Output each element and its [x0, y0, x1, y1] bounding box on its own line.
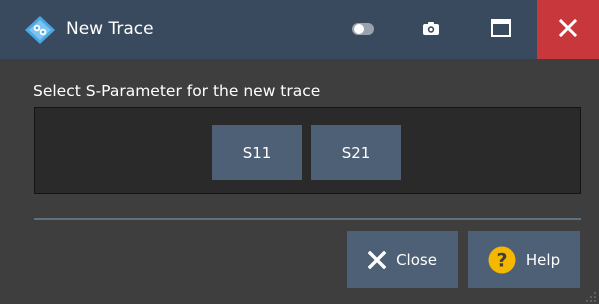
toggle-button[interactable]	[340, 0, 386, 59]
x-icon	[368, 250, 387, 269]
question-mark-icon: ?	[488, 246, 516, 274]
dialog-body: Select S-Parameter for the new trace S11…	[0, 59, 599, 304]
toggle-icon	[352, 20, 374, 39]
resize-grip-icon[interactable]	[583, 288, 597, 302]
rohde-schwarz-logo-icon	[24, 15, 56, 45]
separator	[34, 218, 581, 220]
camera-icon	[423, 20, 439, 39]
close-icon	[558, 18, 578, 41]
close-button-label: Close	[396, 250, 437, 269]
help-button-label: Help	[525, 250, 561, 269]
s21-button[interactable]: S21	[311, 125, 401, 180]
window-close-button[interactable]	[537, 0, 599, 59]
maximize-button[interactable]	[474, 0, 528, 59]
screenshot-button[interactable]	[408, 0, 454, 59]
title-bar[interactable]: New Trace	[0, 0, 599, 59]
instruction-text: Select S-Parameter for the new trace	[33, 82, 321, 100]
s11-button[interactable]: S11	[212, 125, 302, 180]
maximize-icon	[491, 18, 511, 41]
close-button[interactable]: Close	[347, 231, 458, 288]
window-title: New Trace	[66, 19, 154, 39]
svg-text:?: ?	[496, 249, 507, 271]
help-button[interactable]: ? Help	[468, 231, 580, 288]
sparameter-group: S11 S21	[34, 107, 581, 194]
